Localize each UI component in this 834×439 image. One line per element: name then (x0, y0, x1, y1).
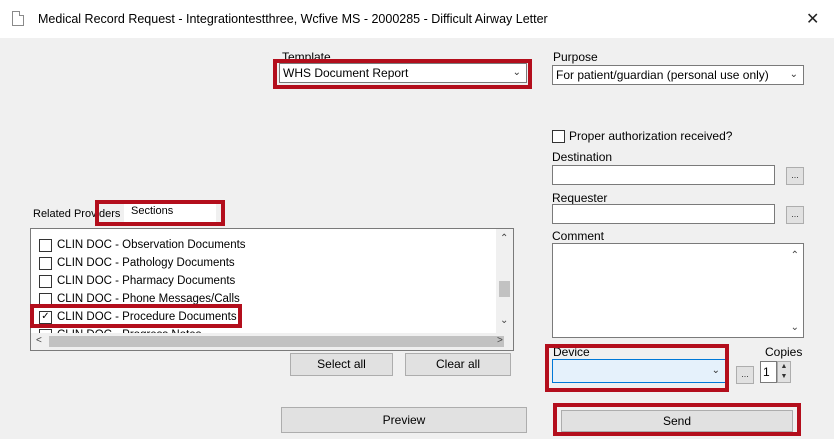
scroll-up-icon: ⌃ (790, 250, 799, 261)
copies-field[interactable]: 1 (760, 361, 777, 383)
title-bar: Medical Record Request - Integrationtest… (0, 0, 834, 38)
template-value: WHS Document Report (283, 66, 409, 80)
section-checkbox[interactable] (39, 275, 52, 288)
copies-stepper[interactable]: ▲ ▼ (777, 361, 791, 383)
close-icon[interactable]: ✕ (806, 9, 819, 29)
chevron-down-icon: ⌄ (512, 67, 521, 78)
scroll-down-icon[interactable]: ⌄ (500, 315, 508, 326)
scroll-right-icon[interactable]: > (497, 335, 503, 346)
template-label: Template (282, 50, 331, 64)
requester-field[interactable] (552, 204, 775, 224)
scroll-down-icon: ⌄ (790, 322, 799, 333)
template-dropdown[interactable]: WHS Document Report ⌄ (279, 63, 527, 83)
purpose-value: For patient/guardian (personal use only) (556, 68, 769, 82)
device-dropdown[interactable]: ⌄ (552, 359, 726, 383)
purpose-label: Purpose (553, 50, 598, 64)
destination-field[interactable] (552, 165, 775, 185)
scroll-left-icon[interactable]: < (36, 335, 42, 346)
chevron-down-icon: ⌄ (711, 365, 720, 376)
scroll-thumb[interactable] (49, 336, 504, 347)
window-title: Medical Record Request - Integrationtest… (38, 12, 548, 26)
section-checkbox-checked[interactable]: ✓ (39, 311, 52, 324)
destination-lookup-button[interactable]: ... (786, 167, 804, 185)
section-checkbox[interactable] (39, 293, 52, 306)
send-button[interactable]: Send (561, 410, 793, 432)
comment-label: Comment (552, 229, 605, 243)
chevron-down-icon: ⌄ (789, 69, 798, 80)
device-lookup-button[interactable]: ... (736, 366, 754, 384)
document-icon (12, 11, 24, 26)
comment-field[interactable]: ⌃ ⌄ (552, 243, 804, 338)
requester-label: Requester (552, 191, 608, 205)
requester-lookup-button[interactable]: ... (786, 206, 804, 224)
medical-record-request-dialog: Medical Record Request - Integrationtest… (0, 0, 834, 439)
select-all-button[interactable]: Select all (290, 353, 393, 376)
clear-all-button[interactable]: Clear all (405, 353, 511, 376)
vertical-scrollbar[interactable]: ⌃ ⌄ (496, 229, 513, 333)
spin-down-icon[interactable]: ▼ (781, 373, 788, 380)
horizontal-scrollbar[interactable]: < > (31, 333, 513, 350)
tab-sections[interactable]: Sections (131, 205, 173, 217)
preview-button[interactable]: Preview (281, 407, 527, 433)
scroll-up-icon[interactable]: ⌃ (500, 233, 508, 244)
purpose-dropdown[interactable]: For patient/guardian (personal use only)… (552, 65, 804, 85)
spin-up-icon[interactable]: ▲ (781, 363, 788, 370)
section-checkbox[interactable] (39, 257, 52, 270)
destination-label: Destination (552, 150, 613, 164)
copies-label: Copies (765, 345, 803, 359)
authorization-checkbox[interactable] (552, 130, 565, 143)
tab-related-providers[interactable]: Related Providers (33, 208, 120, 220)
scroll-thumb[interactable] (499, 281, 510, 297)
device-label: Device (553, 345, 590, 359)
section-checkbox[interactable] (39, 239, 52, 252)
authorization-label: Proper authorization received? (569, 129, 733, 143)
sections-list[interactable]: CLIN DOC - Observation Documents CLIN DO… (30, 228, 514, 351)
